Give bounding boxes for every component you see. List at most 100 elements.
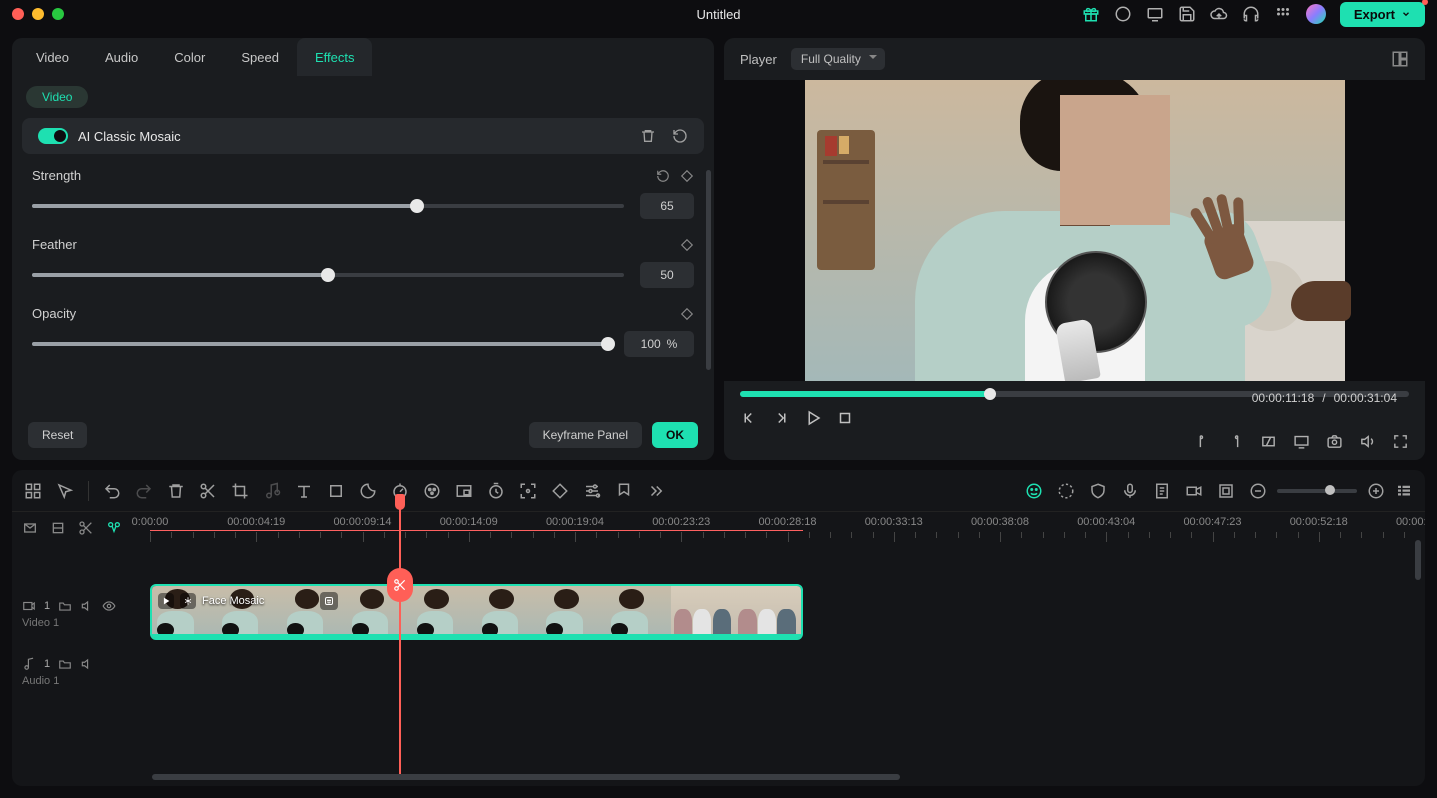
pip-icon[interactable] xyxy=(455,482,473,500)
ruler-tool-2-icon[interactable] xyxy=(50,520,66,536)
preview-canvas[interactable] xyxy=(724,80,1425,381)
document-title: Untitled xyxy=(696,7,740,22)
gift-icon[interactable] xyxy=(1082,5,1100,23)
ruler-tool-1-icon[interactable] xyxy=(22,520,38,536)
mic-icon[interactable] xyxy=(1121,482,1139,500)
headphones-icon[interactable] xyxy=(1242,5,1260,23)
mute-icon[interactable] xyxy=(80,599,94,613)
timeline-vscroll[interactable] xyxy=(1415,520,1421,772)
strength-slider[interactable] xyxy=(32,204,624,208)
ruler-label: 00:00:38:08 xyxy=(971,516,1029,528)
minimize-window-button[interactable] xyxy=(32,8,44,20)
timer-icon[interactable] xyxy=(487,482,505,500)
tab-speed[interactable]: Speed xyxy=(223,38,297,76)
layout-grid-icon[interactable] xyxy=(24,482,42,500)
feather-label: Feather xyxy=(32,237,670,252)
export-button[interactable]: Export xyxy=(1340,2,1425,27)
more-tools-icon[interactable] xyxy=(647,482,665,500)
opacity-keyframe-icon[interactable] xyxy=(680,307,694,321)
split-icon[interactable] xyxy=(199,482,217,500)
save-icon[interactable] xyxy=(1178,5,1196,23)
ruler-label: 00:00:09:14 xyxy=(333,516,391,528)
keyframe-tool-icon[interactable] xyxy=(551,482,569,500)
tab-audio[interactable]: Audio xyxy=(87,38,156,76)
ruler-tool-3-icon[interactable] xyxy=(78,520,94,536)
snapshot-icon[interactable] xyxy=(1326,433,1343,450)
snap-icon[interactable] xyxy=(1185,482,1203,500)
zoom-window-button[interactable] xyxy=(52,8,64,20)
split-handle-icon[interactable] xyxy=(387,568,413,602)
cursor-icon[interactable] xyxy=(56,482,74,500)
opacity-slider[interactable] xyxy=(32,342,608,346)
chip-video[interactable]: Video xyxy=(26,86,88,108)
strength-reset-icon[interactable] xyxy=(656,169,670,183)
visibility-icon[interactable] xyxy=(102,599,116,613)
tab-video[interactable]: Video xyxy=(18,38,87,76)
reset-effect-icon[interactable] xyxy=(672,128,688,144)
play-icon[interactable] xyxy=(804,409,822,427)
adjust-icon[interactable] xyxy=(583,482,601,500)
sticker-icon[interactable] xyxy=(359,482,377,500)
folder-icon[interactable] xyxy=(58,599,72,613)
next-frame-icon[interactable] xyxy=(772,409,790,427)
audio-folder-icon[interactable] xyxy=(58,657,72,671)
music-note-icon[interactable] xyxy=(263,482,281,500)
quality-select[interactable]: Full Quality xyxy=(791,48,885,70)
ruler-tool-4-icon[interactable] xyxy=(106,520,122,536)
frame-icon[interactable] xyxy=(1217,482,1235,500)
params-scrollbar[interactable] xyxy=(706,170,711,370)
track-video-1: 1 Video 1 xyxy=(12,582,1425,646)
mark-in-icon[interactable] xyxy=(1194,433,1211,450)
feather-slider[interactable] xyxy=(32,273,624,277)
close-window-button[interactable] xyxy=(12,8,24,20)
undo-icon[interactable] xyxy=(103,482,121,500)
record-icon[interactable] xyxy=(1114,5,1132,23)
crop-icon[interactable] xyxy=(231,482,249,500)
video-clip[interactable]: Face Mosaic xyxy=(150,584,803,640)
feather-keyframe-icon[interactable] xyxy=(680,238,694,252)
track-list-icon[interactable] xyxy=(1395,482,1413,500)
aspect-icon[interactable] xyxy=(1260,433,1277,450)
clip-play-icon xyxy=(158,593,174,609)
timeline-hscroll[interactable] xyxy=(152,772,1285,782)
shape-icon[interactable] xyxy=(327,482,345,500)
layout-icon[interactable] xyxy=(1391,50,1409,68)
zoom-out-icon[interactable] xyxy=(1249,482,1267,500)
audio-mute-icon[interactable] xyxy=(80,657,94,671)
tab-color[interactable]: Color xyxy=(156,38,223,76)
ok-button[interactable]: OK xyxy=(652,422,698,448)
delete-effect-icon[interactable] xyxy=(640,128,656,144)
stop-icon[interactable] xyxy=(836,409,854,427)
color-icon[interactable] xyxy=(423,482,441,500)
strength-value[interactable]: 65 xyxy=(640,193,694,219)
tab-effects[interactable]: Effects xyxy=(297,38,373,76)
zoom-in-icon[interactable] xyxy=(1367,482,1385,500)
strength-keyframe-icon[interactable] xyxy=(680,169,694,183)
feather-value[interactable]: 50 xyxy=(640,262,694,288)
shield-icon[interactable] xyxy=(1089,482,1107,500)
avatar[interactable] xyxy=(1306,4,1326,24)
ai-face-icon[interactable] xyxy=(1025,482,1043,500)
fullscreen-icon[interactable] xyxy=(1392,433,1409,450)
timeline-ruler[interactable]: 0:00:0000:00:04:1900:00:09:1400:00:14:09… xyxy=(150,512,1425,552)
apps-icon[interactable] xyxy=(1274,5,1292,23)
tracking-icon[interactable] xyxy=(519,482,537,500)
notes-icon[interactable] xyxy=(1153,482,1171,500)
marker-icon[interactable] xyxy=(615,482,633,500)
effect-toggle[interactable] xyxy=(38,128,68,144)
delete-icon[interactable] xyxy=(167,482,185,500)
cloud-upload-icon[interactable] xyxy=(1210,5,1228,23)
clip-face-icon xyxy=(320,592,338,610)
mark-out-icon[interactable] xyxy=(1227,433,1244,450)
opacity-value[interactable]: 100 % xyxy=(624,331,694,357)
render-icon[interactable] xyxy=(1057,482,1075,500)
zoom-slider[interactable] xyxy=(1277,489,1357,493)
volume-icon[interactable] xyxy=(1359,433,1376,450)
text-icon[interactable] xyxy=(295,482,313,500)
keyframe-panel-button[interactable]: Keyframe Panel xyxy=(529,422,642,448)
monitor-icon[interactable] xyxy=(1146,5,1164,23)
prev-frame-icon[interactable] xyxy=(740,409,758,427)
display-icon[interactable] xyxy=(1293,433,1310,450)
redo-icon[interactable] xyxy=(135,482,153,500)
reset-button[interactable]: Reset xyxy=(28,422,87,448)
